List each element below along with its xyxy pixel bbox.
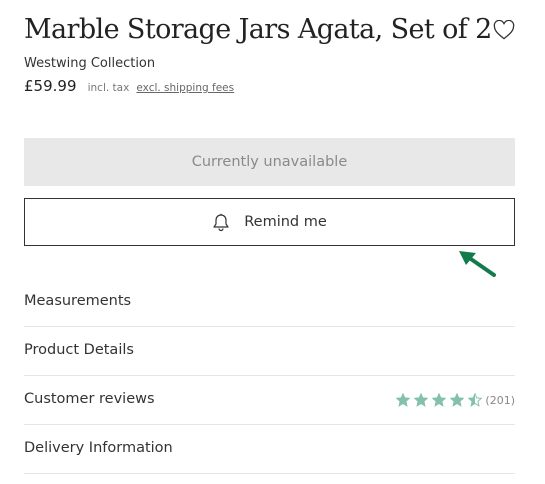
star-icon [395, 392, 411, 407]
accordion-measurements[interactable]: Measurements [24, 278, 515, 327]
arrow-icon [456, 247, 500, 281]
remind-me-button[interactable]: Remind me [24, 198, 515, 246]
review-summary: (201) [392, 376, 515, 424]
star-icon [449, 392, 465, 407]
review-count: (201) [485, 393, 515, 407]
product-panel: Marble Storage Jars Agata, Set of 2 West… [24, 0, 515, 474]
heart-icon[interactable] [493, 19, 515, 40]
accordion-label: Delivery Information [24, 440, 173, 456]
price-row: £59.99 incl. tax excl. shipping fees [24, 76, 234, 95]
accordion-customer-reviews[interactable]: Customer reviews (201) [24, 376, 515, 425]
star-rating [392, 392, 483, 407]
unavailable-button: Currently unavailable [24, 138, 515, 186]
accordion-list: Measurements Product Details Customer re… [24, 278, 515, 474]
star-icon [413, 392, 429, 407]
accordion-label: Product Details [24, 342, 134, 358]
star-icon [467, 392, 483, 407]
accordion-label: Customer reviews [24, 391, 155, 407]
accordion-delivery-information[interactable]: Delivery Information [24, 425, 515, 474]
price: £59.99 [24, 77, 77, 95]
bell-icon [212, 213, 230, 232]
shipping-fees-link[interactable]: excl. shipping fees [136, 82, 234, 94]
star-icon [431, 392, 447, 407]
tax-note: incl. tax [87, 82, 130, 94]
title-row: Marble Storage Jars Agata, Set of 2 [24, 0, 515, 54]
remind-me-label: Remind me [244, 214, 327, 230]
brand-name: Westwing Collection [24, 56, 156, 71]
product-title: Marble Storage Jars Agata, Set of 2 [24, 14, 492, 45]
accordion-product-details[interactable]: Product Details [24, 327, 515, 376]
accordion-label: Measurements [24, 293, 132, 309]
